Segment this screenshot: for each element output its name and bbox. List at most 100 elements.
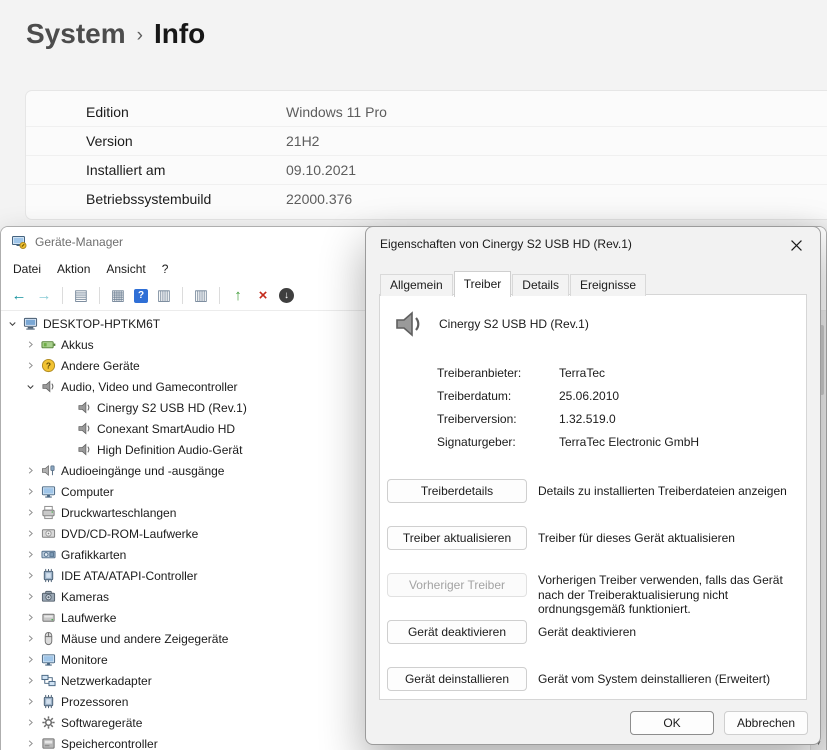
chevron-collapsed-icon[interactable] (23, 463, 38, 478)
tree-item-label: Akkus (61, 338, 94, 352)
menu-item-help[interactable]: ? (154, 259, 177, 279)
driver-tab-panel: Cinergy S2 USB HD (Rev.1) Treiberanbiete… (379, 294, 807, 700)
tab-ereignisse[interactable]: Ereignisse (570, 274, 646, 296)
disable-device-icon[interactable]: ↓ (279, 288, 294, 303)
tab-treiber[interactable]: Treiber (454, 271, 512, 297)
breadcrumb-system[interactable]: System (26, 18, 126, 50)
monitor-icon (41, 484, 56, 499)
tree-item-label: Andere Geräte (61, 359, 140, 373)
chevron-collapsed-icon[interactable] (23, 610, 38, 625)
treiber-aktualisieren-button[interactable]: Treiber aktualisieren (387, 526, 527, 550)
geraet-deinstallieren-button[interactable]: Gerät deinstallieren (387, 667, 527, 691)
about-row-value: 21H2 (286, 133, 319, 149)
gear-icon (41, 715, 56, 730)
driver-action-row: Treiber aktualisieren Treiber für dieses … (387, 526, 794, 550)
chevron-collapsed-icon[interactable] (23, 652, 38, 667)
menu-item-ansicht[interactable]: Ansicht (98, 259, 153, 279)
driver-field-label: Signaturgeber: (437, 435, 559, 449)
speaker-icon (77, 421, 92, 436)
window-list-icon[interactable]: ▥ (155, 287, 173, 305)
properties-dialog: Eigenschaften von Cinergy S2 USB HD (Rev… (365, 226, 821, 745)
action-description: Treiber für dieses Gerät aktualisieren (538, 526, 794, 550)
chevron-collapsed-icon[interactable] (23, 673, 38, 688)
page-title: Info (154, 18, 205, 50)
driver-fields: Treiberanbieter:TerraTecTreiberdatum:25.… (437, 361, 806, 453)
disc-icon (41, 526, 56, 541)
speaker-icon (77, 400, 92, 415)
tree-item-label: DESKTOP-HPTKM6T (43, 317, 160, 331)
mouse-icon (41, 631, 56, 646)
tree-item-label: IDE ATA/ATAPI-Controller (61, 569, 197, 583)
computer-icon (23, 316, 38, 331)
tree-item-label: Cinergy S2 USB HD (Rev.1) (97, 401, 247, 415)
properties-icon[interactable]: ▦ (109, 287, 127, 305)
menu-item-aktion[interactable]: Aktion (49, 259, 98, 279)
tab-allgemein[interactable]: Allgemein (380, 274, 453, 296)
driver-action-row: Gerät deaktivierenGerät deaktivieren (387, 620, 794, 644)
driver-field-value: TerraTec Electronic GmbH (559, 435, 699, 449)
about-row-value: 22000.376 (286, 191, 352, 207)
help-icon[interactable]: ? (134, 289, 148, 303)
show-console-tree-icon[interactable]: ▤ (72, 287, 90, 305)
chevron-collapsed-icon[interactable] (23, 337, 38, 352)
forward-icon[interactable]: → (35, 287, 53, 305)
toolbar-separator (99, 287, 100, 304)
driver-actions: TreiberdetailsDetails zu installierten T… (380, 479, 806, 691)
tab-details[interactable]: Details (512, 274, 569, 296)
about-row-value: 09.10.2021 (286, 162, 356, 178)
device-manager-title: Geräte-Manager (35, 235, 123, 249)
toolbar-separator (62, 287, 63, 304)
tree-item-label: Druckwarteschlangen (61, 506, 176, 520)
uninstall-device-icon[interactable]: × (254, 287, 272, 305)
chip-icon (41, 694, 56, 709)
cancel-button[interactable]: Abbrechen (724, 711, 808, 735)
battery-icon (41, 337, 56, 352)
device-header: Cinergy S2 USB HD (Rev.1) (380, 295, 806, 340)
about-row-value: Windows 11 Pro (286, 104, 387, 120)
about-row: Installiert am09.10.2021 (26, 155, 827, 184)
chevron-collapsed-icon[interactable] (23, 547, 38, 562)
driver-field-value: TerraTec (559, 366, 605, 380)
tree-item-label: Speichercontroller (61, 737, 158, 750)
geraet-deaktivieren-button[interactable]: Gerät deaktivieren (387, 620, 527, 644)
speaker-icon (393, 308, 425, 340)
chevron-collapsed-icon[interactable] (23, 484, 38, 499)
printer-icon (41, 505, 56, 520)
chevron-collapsed-icon[interactable] (23, 736, 38, 750)
chevron-spacer (59, 442, 74, 457)
dialog-title: Eigenschaften von Cinergy S2 USB HD (Rev… (380, 237, 632, 251)
update-driver-icon[interactable]: ↑ (229, 287, 247, 305)
treiberdetails-button[interactable]: Treiberdetails (387, 479, 527, 503)
close-icon[interactable] (787, 236, 805, 254)
driver-field-value: 1.32.519.0 (559, 412, 616, 426)
chevron-expanded-icon[interactable] (5, 316, 20, 331)
toolbar-separator (182, 287, 183, 304)
driver-field-row: Treiberanbieter:TerraTec (437, 361, 806, 384)
menu-item-datei[interactable]: Datei (5, 259, 49, 279)
speaker-icon (77, 442, 92, 457)
chevron-collapsed-icon[interactable] (23, 568, 38, 583)
chevron-spacer (59, 421, 74, 436)
chevron-collapsed-icon[interactable] (23, 715, 38, 730)
tree-item-label: Prozessoren (61, 695, 128, 709)
breadcrumb-separator-icon: › (137, 22, 143, 47)
back-icon[interactable]: ← (10, 287, 28, 305)
ok-button[interactable]: OK (630, 711, 714, 735)
driver-action-row: Vorheriger TreiberVorherigen Treiber ver… (387, 573, 794, 597)
chevron-collapsed-icon[interactable] (23, 526, 38, 541)
chevron-collapsed-icon[interactable] (23, 505, 38, 520)
scan-hardware-changes-icon[interactable]: ▥ (192, 287, 210, 305)
tree-item-label: Softwaregeräte (61, 716, 142, 730)
chevron-collapsed-icon[interactable] (23, 631, 38, 646)
chevron-collapsed-icon[interactable] (23, 694, 38, 709)
chevron-collapsed-icon[interactable] (23, 589, 38, 604)
about-row: Betriebssystembuild22000.376 (26, 184, 827, 213)
tree-item-label: Netzwerkadapter (61, 674, 152, 688)
about-card: EditionWindows 11 ProVersion21H2Installi… (25, 90, 827, 220)
chevron-collapsed-icon[interactable] (23, 358, 38, 373)
unknown-icon: ? (41, 358, 56, 373)
chevron-expanded-icon[interactable] (23, 379, 38, 394)
tree-item-label: High Definition Audio-Gerät (97, 443, 242, 457)
device-name: Cinergy S2 USB HD (Rev.1) (439, 317, 589, 331)
tree-item-label: Audioeingänge und -ausgänge (61, 464, 224, 478)
